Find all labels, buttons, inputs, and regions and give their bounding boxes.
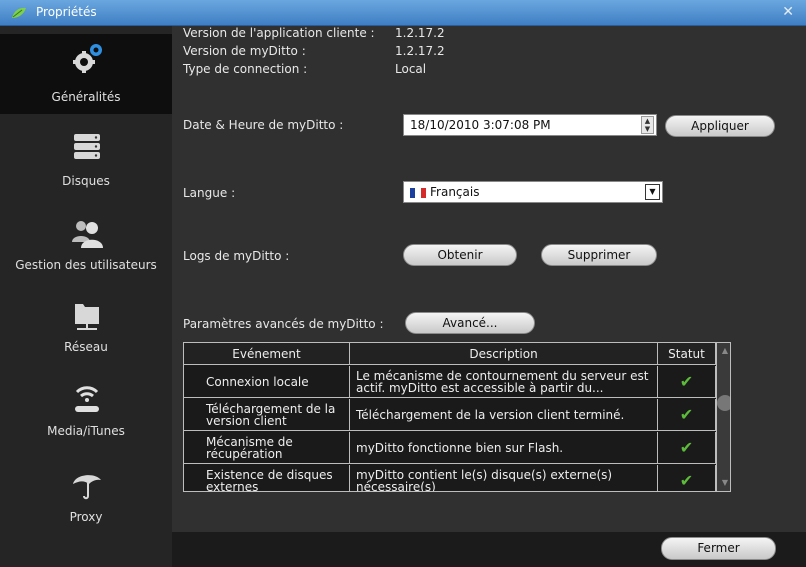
datetime-label: Date & Heure de myDitto :: [183, 118, 344, 132]
description-cell: Le mécanisme de contournement du serveur…: [350, 366, 658, 398]
client-version-value: 1.2.17.2: [395, 26, 445, 40]
sidebar-item-proxy[interactable]: Proxy: [0, 462, 172, 542]
spin-up-icon[interactable]: ▲: [642, 117, 653, 125]
language-label: Langue :: [183, 186, 236, 200]
language-select[interactable]: Français ▼: [403, 181, 663, 203]
column-header-event: Evénement: [184, 343, 350, 365]
client-version-label: Version de l'application cliente :: [183, 26, 375, 40]
window-title: Propriétés: [36, 5, 97, 19]
sidebar-item-media[interactable]: Media/iTunes: [0, 376, 172, 456]
status-cell: ✔: [658, 399, 716, 431]
sidebar-item-label: Gestion des utilisateurs: [15, 258, 157, 272]
table-row[interactable]: Mécanisme de récupération myDitto foncti…: [184, 432, 716, 464]
get-logs-button[interactable]: Obtenir: [403, 244, 517, 266]
check-icon: ✔: [679, 438, 694, 457]
column-header-description: Description: [350, 343, 658, 365]
delete-logs-button[interactable]: Supprimer: [541, 244, 657, 266]
sidebar-item-label: Réseau: [64, 340, 108, 354]
scroll-thumb[interactable]: [717, 395, 730, 411]
column-header-status: Statut: [658, 343, 716, 365]
table-row[interactable]: Existence de disques externes myDitto co…: [184, 465, 716, 491]
app-leaf-icon: [12, 7, 26, 18]
table-row[interactable]: Téléchargement de la version client Télé…: [184, 399, 716, 431]
france-flag-icon: [410, 188, 426, 198]
disk-stack-icon: [74, 134, 100, 159]
sidebar-item-label: Proxy: [69, 510, 103, 524]
description-cell: myDitto contient le(s) disque(s) externe…: [350, 465, 658, 491]
network-folder-icon: [75, 304, 99, 330]
table-header: Evénement Description Statut: [184, 343, 730, 365]
spin-down-icon[interactable]: ▼: [642, 125, 653, 133]
sidebar-item-general[interactable]: Généralités: [0, 34, 172, 114]
check-icon: ✔: [679, 405, 694, 424]
event-cell: Mécanisme de récupération: [184, 432, 350, 464]
connection-type-label: Type de connection :: [183, 62, 308, 76]
sidebar-item-label: Généralités: [51, 90, 121, 104]
myditto-version-label: Version de myDitto :: [183, 44, 306, 58]
sidebar-item-disks[interactable]: Disques: [0, 126, 172, 206]
advanced-button[interactable]: Avancé...: [405, 312, 535, 334]
scroll-up-icon[interactable]: ▲: [719, 346, 730, 358]
sidebar-item-users[interactable]: Gestion des utilisateurs: [0, 210, 172, 290]
connection-type-value: Local: [395, 62, 427, 76]
table-scrollbar[interactable]: ▲ ▼: [716, 343, 730, 491]
language-value: Français: [430, 185, 480, 199]
event-cell: Connexion locale: [184, 366, 350, 398]
logs-label: Logs de myDitto :: [183, 249, 290, 263]
general-panel: Version de l'application cliente : 1.2.1…: [172, 26, 806, 532]
sidebar: Généralités Disques Gestion des utilisat…: [0, 26, 172, 567]
chevron-down-icon[interactable]: ▼: [645, 184, 660, 200]
scroll-down-icon[interactable]: ▼: [719, 478, 730, 490]
sidebar-item-label: Media/iTunes: [47, 424, 125, 438]
description-cell: myDitto fonctionne bien sur Flash.: [350, 432, 658, 464]
event-cell: Existence de disques externes: [184, 465, 350, 491]
apply-button[interactable]: Appliquer: [665, 115, 775, 137]
advanced-settings-label: Paramètres avancés de myDitto :: [183, 317, 384, 331]
check-icon: ✔: [679, 372, 694, 391]
status-cell: ✔: [658, 366, 716, 398]
events-table: Evénement Description Statut Connexion l…: [183, 342, 731, 492]
description-cell: Téléchargement de la version client term…: [350, 399, 658, 431]
datetime-spinner[interactable]: ▲ ▼: [641, 116, 654, 134]
gears-icon: [73, 44, 102, 73]
title-bar: Propriétés ✕: [0, 0, 806, 26]
status-cell: ✔: [658, 465, 716, 491]
close-icon[interactable]: ✕: [782, 4, 794, 20]
check-icon: ✔: [679, 471, 694, 490]
sidebar-item-label: Disques: [62, 174, 110, 188]
sidebar-item-network[interactable]: Réseau: [0, 294, 172, 374]
datetime-field[interactable]: 18/10/2010 3:07:08 PM: [403, 114, 657, 136]
close-button[interactable]: Fermer: [661, 537, 776, 560]
wifi-router-icon: [75, 386, 99, 412]
event-cell: Téléchargement de la version client: [184, 399, 350, 431]
umbrella-icon: [73, 475, 101, 500]
users-icon: [72, 221, 103, 248]
status-cell: ✔: [658, 432, 716, 464]
table-row[interactable]: Connexion locale Le mécanisme de contour…: [184, 366, 716, 398]
myditto-version-value: 1.2.17.2: [395, 44, 445, 58]
properties-window: Propriétés ✕ Généralités Disques Gestion…: [0, 0, 806, 567]
